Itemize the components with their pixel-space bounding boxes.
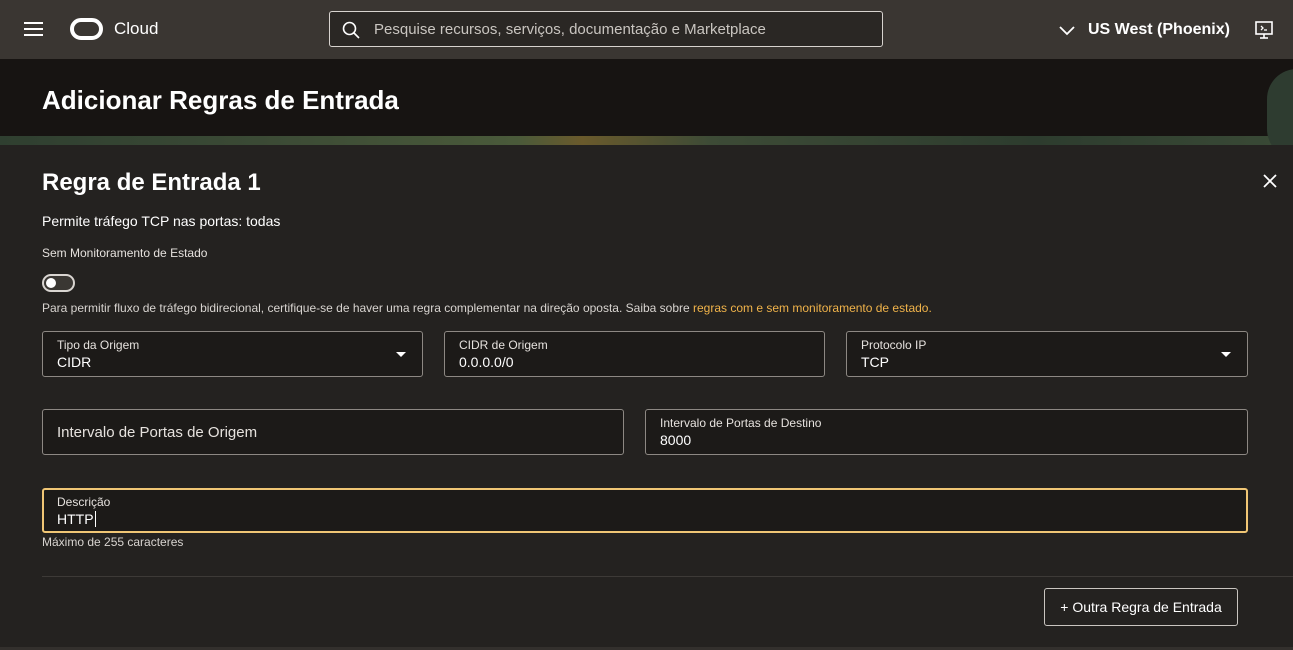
close-icon[interactable] [1262,173,1278,189]
region-label: US West (Phoenix) [1088,21,1230,38]
source-port-range-placeholder: Intervalo de Portas de Origem [57,423,258,441]
page-title: Adicionar Regras de Entrada [42,85,399,115]
decorative-pattern [0,136,1293,145]
destination-port-range-field[interactable]: Intervalo de Portas de Destino 8000 [645,409,1248,455]
source-type-label: Tipo da Origem [57,338,140,352]
search-icon [342,21,360,39]
brand-name[interactable]: Cloud [114,19,158,39]
description-hint: Máximo de 255 caracteres [42,535,184,549]
source-type-value: CIDR [57,354,92,370]
description-text: HTTP [57,511,94,527]
destination-port-range-label: Intervalo de Portas de Destino [660,416,822,430]
ip-protocol-value: TCP [861,354,889,370]
top-navigation-bar: Cloud US West (Phoenix) [0,0,1293,59]
destination-port-range-value: 8000 [660,432,692,448]
source-cidr-label: CIDR de Origem [459,338,548,352]
text-cursor [94,511,96,527]
helper-text: Para permitir fluxo de tráfego bidirecio… [42,301,694,315]
source-cidr-field[interactable]: CIDR de Origem 0.0.0.0/0 [444,331,825,377]
search-box[interactable] [329,11,883,47]
search-input[interactable] [374,12,874,46]
menu-icon[interactable] [24,21,43,37]
cloud-shell-icon[interactable] [1254,20,1274,40]
divider [42,576,1293,577]
rule-title: Regra de Entrada 1 [42,169,261,196]
stateful-rules-link[interactable]: regras com e sem monitoramento de estado… [693,301,932,315]
source-port-range-field[interactable]: Intervalo de Portas de Origem [42,409,624,455]
description-field[interactable]: Descrição HTTP [42,488,1248,533]
description-label: Descrição [57,495,111,509]
source-type-select[interactable]: Tipo da Origem CIDR [42,331,423,377]
ip-protocol-select[interactable]: Protocolo IP TCP [846,331,1248,377]
source-cidr-value: 0.0.0.0/0 [459,354,514,370]
description-value: HTTP [57,511,96,527]
stateless-toggle[interactable] [42,274,75,292]
oracle-logo-icon[interactable] [70,18,103,40]
dropdown-caret-icon [396,352,406,357]
stateless-label: Sem Monitoramento de Estado [42,246,208,260]
chevron-down-icon [1059,26,1075,36]
toggle-knob [46,278,56,288]
region-selector[interactable]: US West (Phoenix) [1058,19,1230,41]
decorative-leaf [1267,69,1293,145]
dropdown-caret-icon [1221,352,1231,357]
add-another-ingress-rule-button[interactable]: + Outra Regra de Entrada [1044,588,1238,626]
ingress-rule-panel: Regra de Entrada 1 Permite tráfego TCP n… [0,145,1293,650]
stateless-helper-text: Para permitir fluxo de tráfego bidirecio… [42,301,932,315]
page-header: Adicionar Regras de Entrada [0,59,1293,145]
ip-protocol-label: Protocolo IP [861,338,927,352]
rule-summary: Permite tráfego TCP nas portas: todas [42,213,281,229]
